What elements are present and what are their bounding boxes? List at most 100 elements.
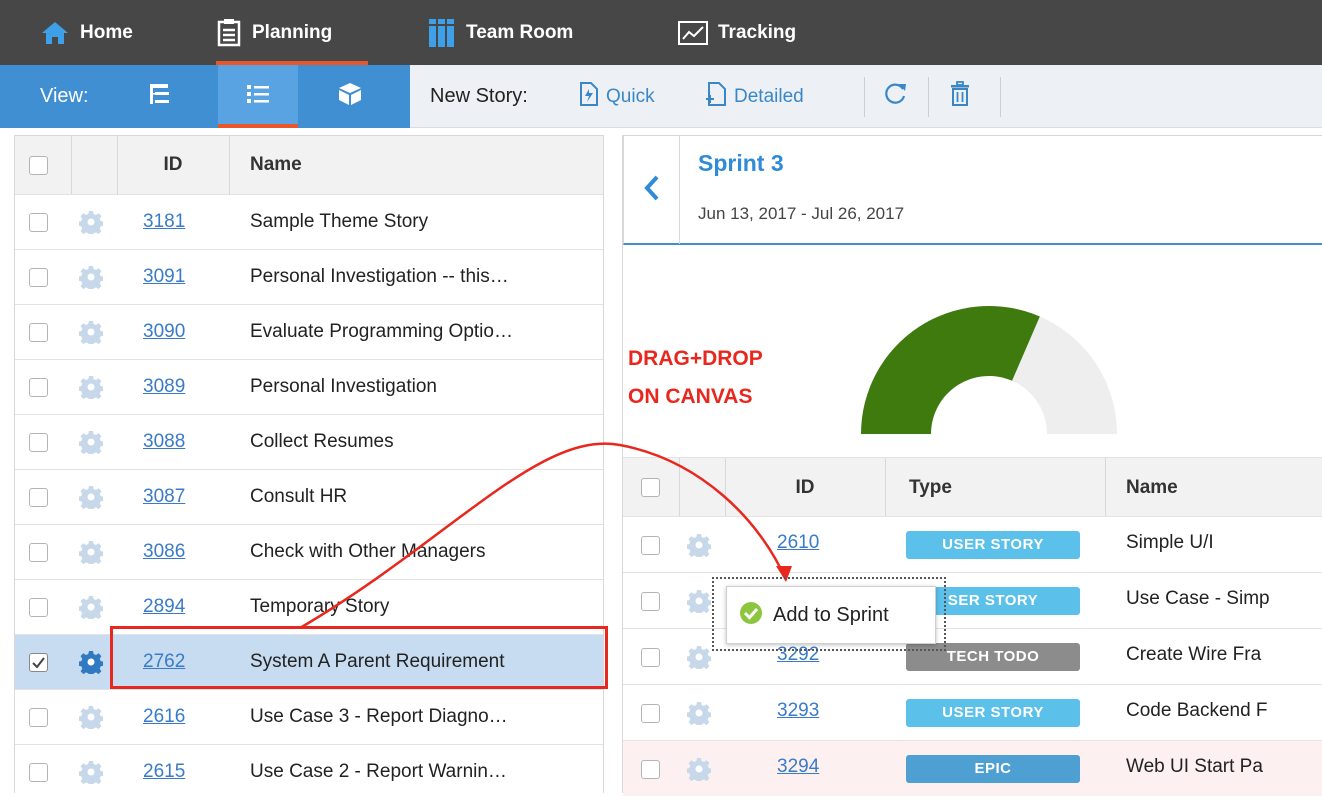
sprint-column-header-name[interactable]: Name — [1126, 458, 1178, 517]
sprint-panel: Sprint 3 Jun 13, 2017 - Jul 26, 2017 ID … — [622, 135, 1322, 796]
story-id-link[interactable]: 3091 — [143, 266, 185, 288]
backlog-row[interactable]: 3181 Sample Theme Story — [15, 194, 603, 249]
backlog-grid-header: ID Name — [15, 136, 603, 194]
column-divider — [1105, 458, 1106, 517]
row-checkbox[interactable] — [29, 708, 48, 727]
story-name: Use Case 3 - Report Diagno… — [250, 706, 508, 727]
backlog-row[interactable]: 3089 Personal Investigation — [15, 359, 603, 414]
column-header-name[interactable]: Name — [250, 136, 302, 194]
annotation-line-2: ON CANVAS — [628, 385, 753, 408]
story-id-link[interactable]: 3088 — [143, 431, 185, 453]
quick-story-button[interactable]: Quick — [576, 65, 655, 128]
backlog-row[interactable]: 3091 Personal Investigation -- this… — [15, 249, 603, 304]
nav-home[interactable]: Home — [40, 0, 133, 65]
row-checkbox[interactable] — [29, 488, 48, 507]
row-checkbox[interactable] — [29, 378, 48, 397]
row-checkbox[interactable] — [29, 653, 48, 672]
story-id-link[interactable]: 2610 — [777, 532, 819, 554]
backlog-row[interactable]: 3087 Consult HR — [15, 469, 603, 524]
backlog-row[interactable]: 3088 Collect Resumes — [15, 414, 603, 469]
detailed-story-label: Detailed — [734, 85, 804, 107]
chevron-left-icon — [643, 174, 661, 207]
home-icon — [40, 20, 70, 46]
list-view-button[interactable] — [218, 65, 298, 128]
sprint-grid-header: ID Type Name — [623, 457, 1322, 517]
story-id-link[interactable]: 3086 — [143, 541, 185, 563]
nav-tracking[interactable]: Tracking — [678, 0, 796, 65]
row-checkbox[interactable] — [641, 704, 660, 723]
row-checkbox[interactable] — [641, 592, 660, 611]
gauge-fill — [861, 306, 1040, 434]
select-all-checkbox[interactable] — [29, 156, 48, 175]
row-checkbox[interactable] — [641, 760, 660, 779]
story-id-link[interactable]: 3087 — [143, 486, 185, 508]
gear-icon[interactable] — [686, 645, 712, 674]
detailed-story-button[interactable]: Detailed — [704, 65, 804, 128]
gear-icon[interactable] — [78, 430, 104, 459]
story-id-link[interactable]: 2616 — [143, 706, 185, 728]
refresh-button[interactable] — [882, 65, 908, 128]
gear-icon[interactable] — [686, 757, 712, 786]
gear-icon[interactable] — [78, 760, 104, 789]
story-id-link[interactable]: 3293 — [777, 700, 819, 722]
gear-icon[interactable] — [78, 650, 104, 679]
previous-sprint-button[interactable] — [624, 136, 680, 244]
sprint-column-header-id[interactable]: ID — [725, 458, 885, 517]
row-checkbox[interactable] — [29, 213, 48, 232]
gear-icon[interactable] — [78, 375, 104, 404]
tree-view-button[interactable] — [120, 65, 200, 128]
gear-icon[interactable] — [78, 485, 104, 514]
gear-icon[interactable] — [78, 595, 104, 624]
story-name: Use Case 2 - Report Warnin… — [250, 761, 507, 782]
gear-icon[interactable] — [78, 320, 104, 349]
backlog-row[interactable]: 3086 Check with Other Managers — [15, 524, 603, 579]
gear-icon[interactable] — [78, 705, 104, 734]
backlog-row[interactable]: 2616 Use Case 3 - Report Diagno… — [15, 689, 603, 744]
story-name: Evaluate Programming Optio… — [250, 321, 513, 342]
column-divider — [229, 136, 230, 194]
gear-icon[interactable] — [686, 589, 712, 618]
sprint-title: Sprint 3 — [698, 150, 784, 176]
sprint-row[interactable]: 3293 USER STORY Code Backend F — [623, 684, 1322, 740]
row-checkbox[interactable] — [29, 433, 48, 452]
row-checkbox[interactable] — [29, 763, 48, 782]
nav-planning[interactable]: Planning — [216, 0, 368, 65]
delete-button[interactable] — [948, 65, 972, 128]
row-checkbox[interactable] — [29, 598, 48, 617]
gear-icon[interactable] — [686, 701, 712, 730]
row-checkbox[interactable] — [641, 536, 660, 555]
column-header-id[interactable]: ID — [117, 136, 229, 194]
box-view-button[interactable] — [310, 65, 390, 128]
story-name: Create Wire Fra — [1126, 644, 1262, 665]
sprint-column-header-type[interactable]: Type — [909, 458, 952, 517]
nav-home-label: Home — [80, 21, 133, 43]
story-type-badge: USER STORY — [906, 531, 1080, 559]
story-id-link[interactable]: 3089 — [143, 376, 185, 398]
story-type-badge: USER STORY — [906, 699, 1080, 727]
story-id-link[interactable]: 2615 — [143, 761, 185, 783]
checkmark-icon — [32, 657, 45, 669]
story-id-link[interactable]: 2894 — [143, 596, 185, 618]
sprint-row[interactable]: 2610 USER STORY Simple U/I — [623, 516, 1322, 572]
gear-icon[interactable] — [78, 265, 104, 294]
nav-team-room[interactable]: Team Room — [428, 0, 573, 65]
row-checkbox[interactable] — [29, 543, 48, 562]
sprint-select-all-checkbox[interactable] — [641, 478, 660, 497]
annotation-line-1: DRAG+DROP — [628, 347, 763, 370]
row-checkbox[interactable] — [29, 323, 48, 342]
backlog-row[interactable]: 3090 Evaluate Programming Optio… — [15, 304, 603, 359]
story-id-link[interactable]: 3294 — [777, 756, 819, 778]
gear-icon[interactable] — [78, 210, 104, 239]
toolbar-divider — [1000, 77, 1001, 117]
story-id-link[interactable]: 3181 — [143, 211, 185, 233]
story-name: Use Case - Simp — [1126, 588, 1270, 609]
backlog-row[interactable]: 2615 Use Case 2 - Report Warnin… — [15, 744, 603, 799]
story-id-link[interactable]: 3090 — [143, 321, 185, 343]
dragged-item-highlight — [110, 626, 608, 689]
view-switcher: View: — [0, 65, 410, 128]
row-checkbox[interactable] — [641, 648, 660, 667]
gear-icon[interactable] — [686, 533, 712, 562]
gear-icon[interactable] — [78, 540, 104, 569]
row-checkbox[interactable] — [29, 268, 48, 287]
sprint-row[interactable]: 3294 EPIC Web UI Start Pa — [623, 740, 1322, 796]
